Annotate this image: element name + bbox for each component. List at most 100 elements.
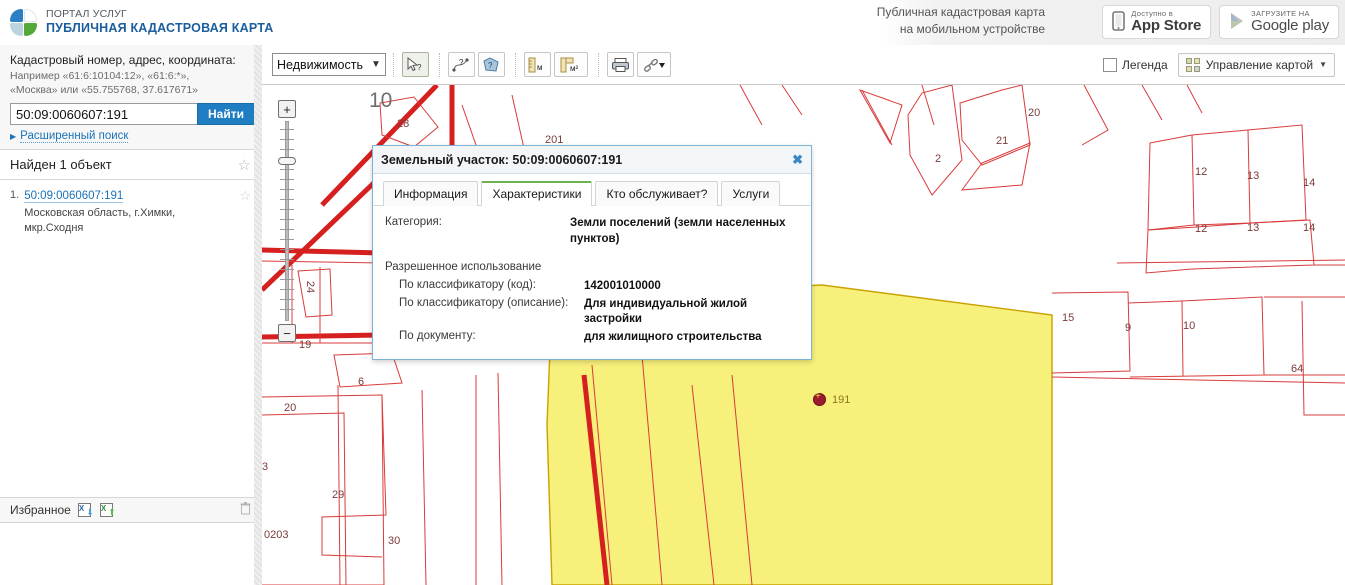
search-label: Кадастровый номер, адрес, координата: <box>10 53 236 67</box>
print-button[interactable] <box>606 52 634 77</box>
logo-line-1: ПОРТАЛ УСЛУГ <box>46 8 127 21</box>
map-toolbar: Недвижимость ▼ ? ? ? м м² Легенда Управл… <box>262 45 1345 85</box>
search-hint-line-1: Например «61:6:10104:12», «61:6:*», <box>10 70 190 82</box>
zoom-slider-handle[interactable] <box>278 157 296 165</box>
map-control-label: Управление картой <box>1205 57 1314 72</box>
parcel-info-popup: Земельный участок: 50:09:0060607:191 ✖ И… <box>372 145 812 361</box>
chevron-down-icon: ▼ <box>371 59 381 70</box>
store-badges: Доступно в App Store ЗАГРУЗИТЕ НА Google… <box>1102 5 1339 39</box>
result-cadastral-number[interactable]: 50:09:0060607:191 <box>24 190 124 204</box>
map-label: 29 <box>332 489 345 501</box>
delete-favorites-icon[interactable] <box>240 502 251 518</box>
map-label: 14 <box>1303 177 1316 189</box>
advanced-search-toggle[interactable]: ▶ Расширенный поиск <box>10 130 251 144</box>
map-label: 12 <box>1195 223 1208 235</box>
query-line-tool-button[interactable]: ? <box>447 52 475 77</box>
tab-informaciya[interactable]: Информация <box>383 181 479 206</box>
toolbar-divider <box>392 52 395 77</box>
zoom-control: + − <box>278 100 300 342</box>
layer-select[interactable]: Недвижимость ▼ <box>272 53 386 76</box>
google-play-label: Google play <box>1251 17 1329 35</box>
selected-parcel-marker-icon[interactable] <box>813 391 826 406</box>
category-label: Категория: <box>385 216 442 228</box>
tab-uslugi[interactable]: Услуги <box>721 181 781 206</box>
svg-text:м²: м² <box>570 64 579 73</box>
table-row: По классификатору (код): 142001010000 <box>385 279 799 295</box>
zoom-in-button[interactable]: + <box>278 100 296 118</box>
svg-text:?: ? <box>459 58 464 67</box>
select-object-tool-button[interactable]: ? <box>401 52 429 77</box>
export-xls-icon[interactable]: X ⬆ <box>99 503 116 517</box>
map-label: 21 <box>996 135 1009 147</box>
usage-document-label: По документу: <box>399 329 476 342</box>
selected-parcel-label: 191 <box>832 394 851 406</box>
layer-select-value: Недвижимость <box>277 57 363 72</box>
map-label: 3 <box>262 461 269 473</box>
search-panel: Кадастровый номер, адрес, координата: На… <box>0 45 261 151</box>
toolbar-divider-3 <box>514 52 517 77</box>
portal-logo-text: ПОРТАЛ УСЛУГ ПУБЛИЧНАЯ КАДАСТРОВАЯ КАРТА <box>46 8 273 37</box>
google-play-badge[interactable]: ЗАГРУЗИТЕ НА Google play <box>1219 5 1339 39</box>
measure-area-tool-button[interactable]: м² <box>553 52 588 77</box>
query-polygon-tool-button[interactable]: ? <box>477 52 505 77</box>
map-label: 13 <box>1247 222 1260 234</box>
map-label: 6 <box>358 376 365 388</box>
search-button[interactable]: Найти <box>197 103 255 126</box>
map-label: 10 <box>369 89 393 112</box>
map-label: 20 <box>284 402 297 414</box>
zoom-slider-ticks <box>280 121 294 321</box>
popup-tabs: Информация Характеристики Кто обслуживае… <box>373 174 811 206</box>
result-address: Московская область, г.Химки, мкр.Сходня <box>24 207 176 234</box>
favorite-all-star-icon[interactable]: ☆ <box>238 156 251 174</box>
permalink-button[interactable] <box>636 52 671 77</box>
app-store-badge[interactable]: Доступно в App Store <box>1102 5 1212 39</box>
svg-text:м: м <box>537 63 543 72</box>
mobile-promo-text: Публичная кадастровая карта на мобильном… <box>780 4 1045 39</box>
map-label: 28 <box>397 118 410 130</box>
left-sidebar: Кадастровый номер, адрес, координата: На… <box>0 45 262 585</box>
usage-document-value: для жилищного строительства <box>584 330 762 343</box>
map-label: 13 <box>1247 170 1260 182</box>
category-row: Категория: Земли поселений (земли населе… <box>385 216 799 247</box>
results-list: 1. 50:09:0060607:191 Московская область,… <box>0 180 261 235</box>
map-label: 10 <box>1183 320 1196 332</box>
map-control-button[interactable]: Управление картой ▼ <box>1177 52 1335 77</box>
category-value: Земли поселений (земли населенных пункто… <box>570 217 786 245</box>
usage-code-label: По классификатору (код): <box>399 279 536 292</box>
popup-title: Земельный участок: 50:09:0060607:191 <box>381 152 623 167</box>
tab-kto-obsluzhivaet[interactable]: Кто обслуживает? <box>595 181 719 206</box>
search-hint-line-2: «Москва» или «55.755768, 37.617671» <box>10 84 199 97</box>
tab-harakteristiki[interactable]: Характеристики <box>481 181 593 206</box>
favorites-bar: Избранное X ⬇ X ⬆ <box>0 497 261 523</box>
legend-label: Легенда <box>1122 57 1168 72</box>
advanced-search-label: Расширенный поиск <box>20 130 129 144</box>
map-label: 15 <box>1062 312 1075 324</box>
favorite-star-icon[interactable]: ☆ <box>239 188 251 204</box>
layers-grid-icon <box>1185 57 1200 72</box>
sidebar-scrollbar[interactable] <box>254 45 262 585</box>
popup-content: Категория: Земли поселений (земли населе… <box>373 206 811 359</box>
map-label: 19 <box>299 339 312 351</box>
map-label: 64 <box>1291 363 1304 375</box>
close-icon[interactable]: ✖ <box>792 153 803 166</box>
google-play-triangle-icon <box>1229 12 1245 33</box>
legend-checkbox[interactable]: Легенда <box>1103 57 1168 72</box>
search-input[interactable] <box>10 103 197 126</box>
found-count-label: Найден 1 объект <box>10 157 112 173</box>
results-header: Найден 1 объект ☆ <box>0 150 261 181</box>
map-label: 20 <box>1028 107 1041 119</box>
header-branding: ПОРТАЛ УСЛУГ ПУБЛИЧНАЯ КАДАСТРОВАЯ КАРТА <box>0 0 880 45</box>
toolbar-divider-2 <box>438 52 441 77</box>
apple-phone-icon <box>1112 10 1125 34</box>
list-item[interactable]: 1. 50:09:0060607:191 Московская область,… <box>10 188 251 235</box>
import-xls-icon[interactable]: X ⬇ <box>77 503 94 517</box>
usage-description-value: Для индивидуальной жилой застройки <box>584 297 748 326</box>
map-label: 30 <box>388 535 401 547</box>
chevron-down-icon: ▼ <box>1319 60 1327 69</box>
measure-length-tool-button[interactable]: м <box>523 52 551 77</box>
zoom-slider-track[interactable] <box>278 121 296 321</box>
promo-line-1: Публичная кадастровая карта <box>876 5 1045 19</box>
zoom-out-button[interactable]: − <box>278 324 296 342</box>
popup-titlebar: Земельный участок: 50:09:0060607:191 ✖ <box>373 146 811 174</box>
map-label: 14 <box>1303 222 1316 234</box>
